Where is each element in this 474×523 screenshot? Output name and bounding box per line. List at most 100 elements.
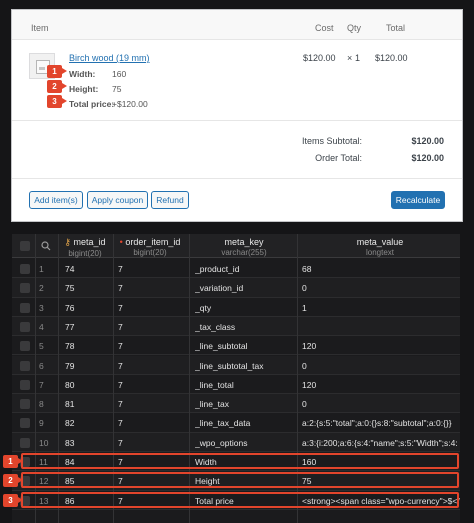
cell-meta-id[interactable]: 79 xyxy=(65,361,111,371)
cell-order-item-id[interactable]: 7 xyxy=(118,322,186,332)
table-row[interactable]: 5 78 7 _line_subtotal 120 xyxy=(12,336,460,356)
cell-order-item-id[interactable]: 7 xyxy=(118,361,186,371)
cell-meta-id[interactable]: 83 xyxy=(65,438,111,448)
cell-meta-id[interactable]: 78 xyxy=(65,341,111,351)
cell-meta-value[interactable]: <strong><span class="wpo-currency">$</sp… xyxy=(302,496,460,506)
cell-meta-value[interactable]: 0 xyxy=(302,361,460,371)
column-header-meta-key[interactable]: meta_key varchar(255) xyxy=(192,237,296,257)
cell-meta-key[interactable]: _tax_class xyxy=(195,322,295,332)
apply-coupon-button[interactable]: Apply coupon xyxy=(87,191,148,209)
row-checkbox[interactable] xyxy=(20,379,30,390)
row-number[interactable]: 7 xyxy=(39,380,57,390)
table-row[interactable]: 4 77 7 _tax_class xyxy=(12,316,460,337)
cell-order-item-id[interactable]: 7 xyxy=(118,496,186,506)
cell-meta-id[interactable]: 76 xyxy=(65,303,111,313)
cell-meta-key[interactable]: _line_total xyxy=(195,380,295,390)
cell-meta-value[interactable]: 120 xyxy=(302,341,460,351)
cell-meta-value[interactable]: a:2:{s:5:"total";a:0:{}s:8:"subtotal";a:… xyxy=(302,418,460,428)
cell-meta-key[interactable]: _line_subtotal_tax xyxy=(195,361,295,371)
cell-order-item-id[interactable]: 7 xyxy=(118,264,186,274)
row-checkbox[interactable] xyxy=(20,418,30,429)
cell-meta-value[interactable]: a:3:{i:200;a:6:{s:4:"name";s:5:"Width";s… xyxy=(302,438,460,448)
table-row[interactable]: 13 86 7 Total price <strong><span class="wpo… xyxy=(12,491,460,510)
row-number[interactable]: 12 xyxy=(39,476,57,486)
cell-meta-key[interactable]: Total price xyxy=(195,496,295,506)
table-row[interactable]: 12 85 7 Height 75 xyxy=(12,471,460,491)
cell-meta-value[interactable]: 0 xyxy=(302,399,460,409)
row-checkbox[interactable] xyxy=(20,321,30,332)
cell-meta-value[interactable]: 160 xyxy=(302,457,460,467)
table-row[interactable]: 1 74 7 _product_id 68 xyxy=(12,259,460,279)
row-number[interactable]: 11 xyxy=(39,457,57,467)
cell-meta-id[interactable]: 82 xyxy=(65,418,111,428)
cell-meta-value[interactable]: 1 xyxy=(302,303,460,313)
cell-order-item-id[interactable]: 7 xyxy=(118,476,186,486)
callout-badge-3: 3 xyxy=(47,95,67,108)
row-number[interactable]: 2 xyxy=(39,283,57,293)
table-row[interactable]: 11 84 7 Width 160 xyxy=(12,452,460,472)
cell-order-item-id[interactable]: 7 xyxy=(118,283,186,293)
cell-meta-key[interactable]: _variation_id xyxy=(195,283,295,293)
table-row[interactable]: 3 76 7 _qty 1 xyxy=(12,298,460,317)
product-name-link[interactable]: Birch wood (19 mm) xyxy=(69,53,150,63)
cell-meta-key[interactable]: _line_tax xyxy=(195,399,295,409)
cell-order-item-id[interactable]: 7 xyxy=(118,399,186,409)
row-checkbox[interactable] xyxy=(20,437,30,448)
cell-meta-key[interactable]: _wpo_options xyxy=(195,438,295,448)
search-icon[interactable] xyxy=(41,241,51,251)
row-checkbox[interactable] xyxy=(20,264,30,274)
cell-order-item-id[interactable]: 7 xyxy=(118,303,186,313)
cell-meta-id[interactable]: 74 xyxy=(65,264,111,274)
table-row[interactable]: 9 82 7 _line_tax_data a:2:{s:5:"total";a:0:{… xyxy=(12,413,460,433)
cell-meta-key[interactable]: _qty xyxy=(195,303,295,313)
row-number[interactable]: 4 xyxy=(39,322,57,332)
column-header-meta-id[interactable]: ⚷ meta_id bigint(20) xyxy=(58,237,112,258)
row-number[interactable]: 8 xyxy=(39,399,57,409)
row-number[interactable]: 10 xyxy=(39,438,57,448)
row-number[interactable]: 3 xyxy=(39,303,57,313)
cell-meta-value[interactable]: 75 xyxy=(302,476,460,486)
cell-meta-id[interactable]: 85 xyxy=(65,476,111,486)
cell-meta-value[interactable]: 120 xyxy=(302,380,460,390)
recalculate-button[interactable]: Recalculate xyxy=(391,191,445,209)
cell-order-item-id[interactable]: 7 xyxy=(118,438,186,448)
table-row[interactable]: 8 81 7 _line_tax 0 xyxy=(12,394,460,414)
cell-meta-key[interactable]: _product_id xyxy=(195,264,295,274)
table-row[interactable]: 7 80 7 _line_total 120 xyxy=(12,375,460,395)
refund-button[interactable]: Refund xyxy=(151,191,189,209)
cell-meta-key[interactable]: _line_subtotal xyxy=(195,341,295,351)
cell-meta-value[interactable]: 0 xyxy=(302,283,460,293)
add-items-button[interactable]: Add item(s) xyxy=(29,191,83,209)
select-all-checkbox[interactable] xyxy=(20,241,30,251)
table-row[interactable]: 6 79 7 _line_subtotal_tax 0 xyxy=(12,355,460,375)
cell-order-item-id[interactable]: 7 xyxy=(118,380,186,390)
cell-meta-key[interactable]: _line_tax_data xyxy=(195,418,295,428)
row-checkbox[interactable] xyxy=(20,399,30,410)
row-checkbox[interactable] xyxy=(20,283,30,294)
row-number[interactable]: 13 xyxy=(39,496,57,506)
row-number[interactable]: 9 xyxy=(39,418,57,428)
cell-order-item-id[interactable]: 7 xyxy=(118,457,186,467)
cell-order-item-id[interactable]: 7 xyxy=(118,341,186,351)
cell-meta-key[interactable]: Width xyxy=(195,457,295,467)
row-checkbox[interactable] xyxy=(20,360,30,371)
cell-meta-id[interactable]: 75 xyxy=(65,283,111,293)
cell-meta-id[interactable]: 80 xyxy=(65,380,111,390)
cell-meta-key[interactable]: Height xyxy=(195,476,295,486)
row-checkbox[interactable] xyxy=(20,341,30,352)
cell-meta-id[interactable]: 86 xyxy=(65,496,111,506)
cell-meta-id[interactable]: 77 xyxy=(65,322,111,332)
cell-meta-value[interactable]: 68 xyxy=(302,264,460,274)
row-number[interactable]: 1 xyxy=(39,264,57,274)
column-header-meta-value[interactable]: meta_value longtext xyxy=(300,237,460,257)
table-row[interactable]: 10 83 7 _wpo_options a:3:{i:200;a:6:{s:4:"na… xyxy=(12,432,460,452)
row-number[interactable]: 6 xyxy=(39,361,57,371)
column-header-order-item-id[interactable]: • order_item_id bigint(20) xyxy=(114,237,186,257)
table-row[interactable]: 2 75 7 _variation_id 0 xyxy=(12,278,460,298)
meta-width-row: Width: xyxy=(69,69,95,79)
row-checkbox[interactable] xyxy=(20,302,30,313)
row-number[interactable]: 5 xyxy=(39,341,57,351)
cell-meta-id[interactable]: 84 xyxy=(65,457,111,467)
cell-meta-id[interactable]: 81 xyxy=(65,399,111,409)
cell-order-item-id[interactable]: 7 xyxy=(118,418,186,428)
